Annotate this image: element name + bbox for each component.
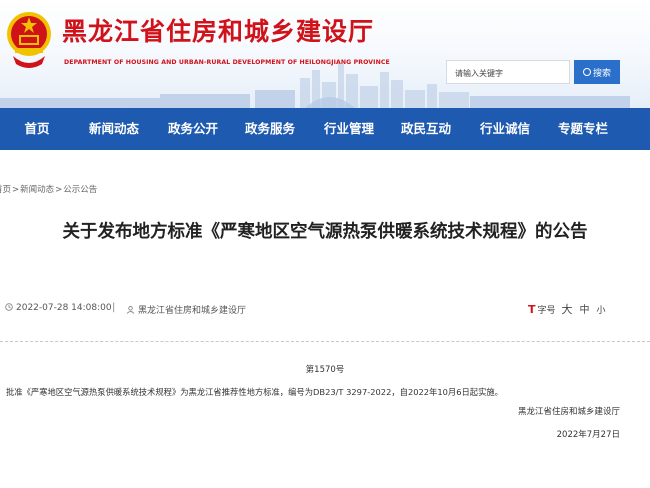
search-placeholder: 请输入关键字 (455, 69, 503, 78)
nav-item-integrity[interactable]: 行业诚信 (480, 108, 530, 150)
search-button-label: 搜索 (592, 69, 611, 79)
document-date: 2022年7月27日 (556, 430, 620, 440)
nav-item-home[interactable]: 首页 (24, 108, 49, 150)
breadcrumb-news[interactable]: 新闻动态 (20, 185, 54, 195)
article-meta: 2022-07-28 14:08:00 | 黑龙江省住房和城乡建设厅 T 字号大中… (0, 294, 650, 324)
font-size-medium-button[interactable]: 中 (580, 305, 590, 316)
nav-item-industry-mgmt[interactable]: 行业管理 (324, 108, 374, 150)
breadcrumb-separator: > (55, 185, 63, 195)
nav-item-gov-open[interactable]: 政务公开 (168, 108, 218, 150)
breadcrumb-separator: > (12, 185, 20, 195)
publish-date-text: 2022-07-28 14:08:00 (16, 303, 112, 313)
site-subtitle: DEPARTMENT OF HOUSING AND URBAN-RURAL DE… (64, 59, 390, 66)
content-divider (0, 341, 650, 342)
publish-date: 2022-07-28 14:08:00 (5, 303, 112, 313)
nav-item-gov-service[interactable]: 政务服务 (245, 108, 295, 150)
nav-item-topics[interactable]: 专题专栏 (558, 108, 608, 150)
font-size-control: T 字号大中小 (528, 301, 606, 317)
site-title: 黑龙江省住房和城乡建设厅 (62, 17, 375, 46)
document-signature: 黑龙江省住房和城乡建设厅 (517, 407, 620, 417)
search-button[interactable]: 搜索 (574, 60, 620, 84)
search-input[interactable]: 请输入关键字 (446, 60, 570, 84)
article-source-text: 黑龙江省住房和城乡建设厅 (138, 306, 247, 316)
article-source: 黑龙江省住房和城乡建设厅 (126, 303, 246, 316)
site-header: 黑龙江省住房和城乡建设厅 DEPARTMENT OF HOUSING AND U… (0, 0, 650, 108)
breadcrumb: 首页>新闻动态>公示公告 (0, 183, 97, 195)
national-emblem-logo (7, 12, 51, 68)
meta-divider: | (112, 302, 116, 313)
text-size-icon: T (528, 303, 536, 316)
breadcrumb-home[interactable]: 首页 (0, 185, 11, 195)
user-icon (126, 306, 135, 314)
font-size-large-button[interactable]: 大 (562, 303, 573, 316)
breadcrumb-notice[interactable]: 公示公告 (63, 185, 97, 195)
main-nav: 首页 新闻动态 政务公开 政务服务 行业管理 政民互动 行业诚信 专题专栏 (0, 108, 650, 150)
document-body: 批准《严寒地区空气源热泵供暖系统技术规程》为黑龙江省推荐性地方标准，编号为DB2… (6, 387, 503, 397)
font-size-label: 字号 (537, 306, 556, 316)
search-icon (582, 68, 591, 76)
nav-item-interaction[interactable]: 政民互动 (401, 108, 451, 150)
clock-icon (5, 303, 13, 311)
nav-item-news[interactable]: 新闻动态 (89, 108, 139, 150)
article-title: 关于发布地方标准《严寒地区空气源热泵供暖系统技术规程》的公告 (62, 222, 588, 242)
document-number: 第1570号 (305, 365, 345, 375)
font-size-small-button[interactable]: 小 (597, 306, 606, 316)
